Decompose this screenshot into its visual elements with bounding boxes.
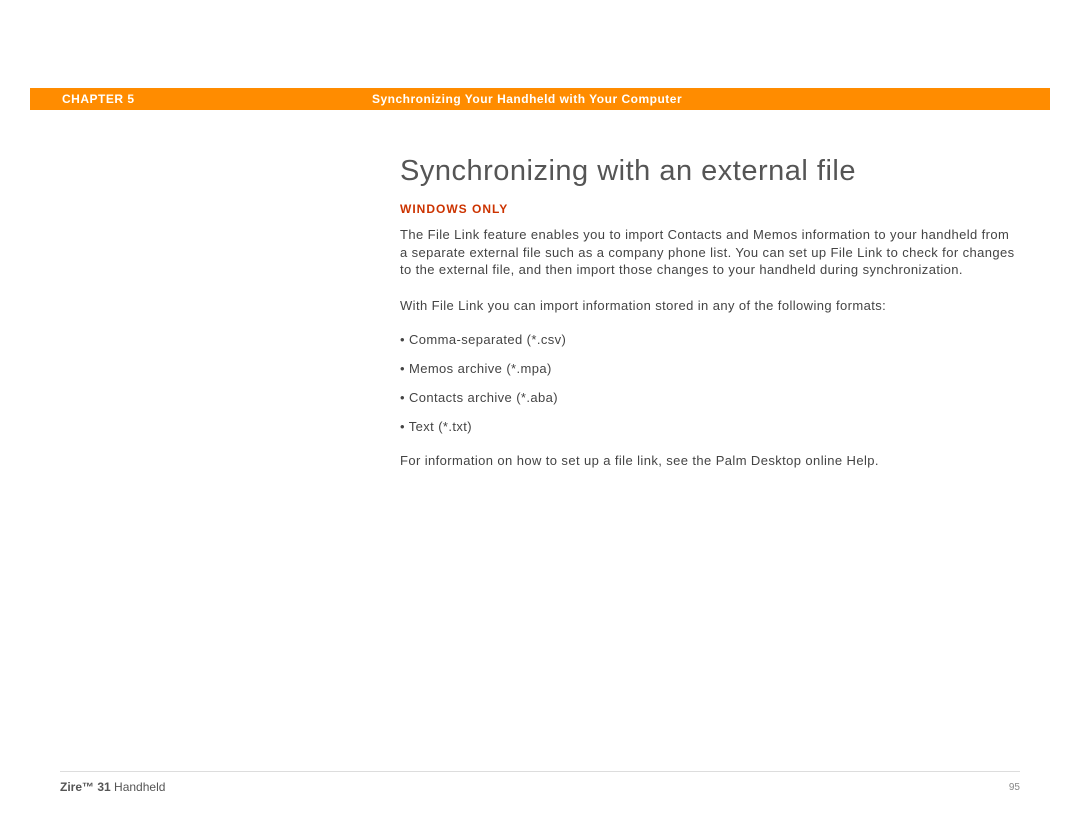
footer-product-bold: Zire™ 31 <box>60 780 111 794</box>
list-item: Memos archive (*.mpa) <box>400 361 1020 376</box>
page-heading: Synchronizing with an external file <box>400 155 1020 188</box>
paragraph-1: The File Link feature enables you to imp… <box>400 226 1020 279</box>
platform-note: WINDOWS ONLY <box>400 202 1020 216</box>
format-list: Comma-separated (*.csv) Memos archive (*… <box>400 332 1020 434</box>
chapter-header-bar: CHAPTER 5 Synchronizing Your Handheld wi… <box>30 88 1050 110</box>
list-item: Text (*.txt) <box>400 419 1020 434</box>
chapter-title: Synchronizing Your Handheld with Your Co… <box>372 92 682 106</box>
list-item: Comma-separated (*.csv) <box>400 332 1020 347</box>
chapter-label: CHAPTER 5 <box>30 92 372 106</box>
footer-page-number: 95 <box>1009 782 1020 793</box>
footer-product: Zire™ 31 Handheld <box>60 780 165 794</box>
list-item: Contacts archive (*.aba) <box>400 390 1020 405</box>
main-content: Synchronizing with an external file WIND… <box>400 155 1020 488</box>
footer-product-rest: Handheld <box>111 780 166 794</box>
page-footer: Zire™ 31 Handheld 95 <box>60 771 1020 794</box>
paragraph-3: For information on how to set up a file … <box>400 452 1020 470</box>
paragraph-2: With File Link you can import informatio… <box>400 297 1020 315</box>
